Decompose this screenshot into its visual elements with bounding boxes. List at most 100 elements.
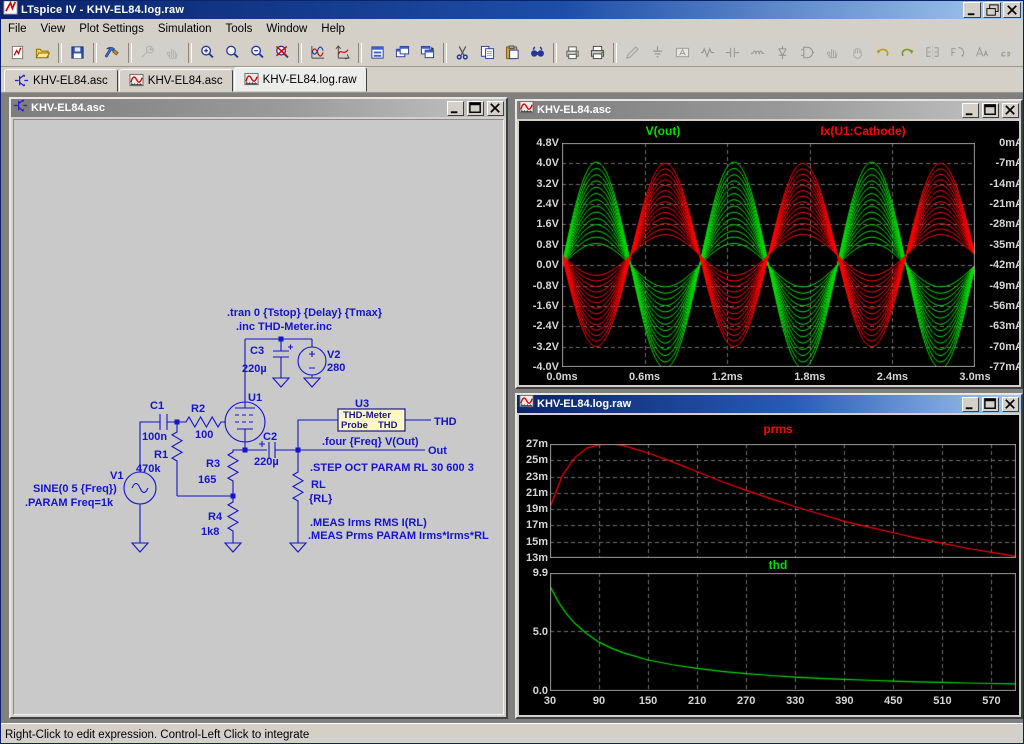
r3-ref[interactable]: R3	[206, 458, 220, 470]
spice-directive-inc[interactable]: .inc THD-Meter.inc	[236, 321, 332, 333]
waveform-window-transient[interactable]: KHV-EL84.asc V(out) Ix(U1:Cathode) 4.8V4…	[515, 99, 1023, 389]
rl-ref[interactable]: RL	[311, 479, 326, 491]
cut-button[interactable]	[450, 40, 475, 65]
spice-directive-tran[interactable]: .tran 0 {Tstop} {Delay} {Tmax}	[227, 307, 383, 319]
minimize-button[interactable]	[962, 103, 979, 118]
x-axis-tick: 90	[579, 695, 619, 707]
control-panel-button[interactable]	[100, 40, 125, 65]
minimize-button[interactable]	[962, 397, 979, 412]
waveform-window-titlebar[interactable]: KHV-EL84.asc	[517, 101, 1021, 119]
new-schematic-button[interactable]	[5, 40, 30, 65]
find-button[interactable]	[525, 40, 550, 65]
spice-directive-meas2[interactable]: .MEAS Prms PARAM Irms*Irms*RL	[308, 530, 489, 542]
tab-khv-el84.asc[interactable]: KHV-EL84.asc	[119, 69, 233, 92]
minimize-button[interactable]	[963, 2, 981, 18]
paste-button[interactable]	[500, 40, 525, 65]
tab-khv-el84.log.raw[interactable]: KHV-EL84.log.raw	[234, 67, 367, 92]
u3-pin-probe[interactable]: Probe	[341, 420, 368, 431]
close-button[interactable]	[1002, 103, 1019, 118]
u1-ref[interactable]: U1	[248, 392, 262, 404]
waveform-window-log[interactable]: KHV-EL84.log.raw prms thd 27m25m23m21m19…	[515, 393, 1023, 719]
copy-button[interactable]	[475, 40, 500, 65]
autorange-y-button[interactable]	[305, 40, 330, 65]
maximize-button[interactable]	[982, 103, 999, 118]
move-button	[820, 40, 845, 65]
menu-plot-settings[interactable]: Plot Settings	[72, 21, 151, 37]
menu-view[interactable]: View	[34, 21, 73, 37]
cascade-button[interactable]	[390, 40, 415, 65]
component-button	[795, 40, 820, 65]
c2-ref[interactable]: C2	[263, 431, 277, 443]
tile-vertical-button[interactable]	[415, 40, 440, 65]
schematic-canvas[interactable]: .tran 0 {Tstop} {Delay} {Tmax} .inc THD-…	[13, 119, 504, 715]
open-button[interactable]	[30, 40, 55, 65]
menu-tools[interactable]: Tools	[219, 21, 260, 37]
legend-thd[interactable]: thd	[678, 558, 878, 572]
c1-ref[interactable]: C1	[150, 400, 164, 412]
zoom-in-button[interactable]	[195, 40, 220, 65]
net-label-thd[interactable]: THD	[434, 416, 457, 428]
c2-value[interactable]: 220µ	[254, 456, 279, 468]
menu-simulation[interactable]: Simulation	[151, 21, 219, 37]
v2-ref[interactable]: V2	[327, 349, 340, 361]
r3-value[interactable]: 165	[198, 474, 216, 486]
schematic-window-titlebar[interactable]: KHV-EL84.asc	[11, 99, 506, 117]
save-button[interactable]	[65, 40, 90, 65]
c3-value[interactable]: 220µ	[242, 363, 267, 375]
redo-button[interactable]	[895, 40, 920, 65]
net-label-out[interactable]: Out	[428, 445, 447, 457]
menu-file[interactable]: File	[1, 21, 34, 37]
zoom-full-button[interactable]	[270, 40, 295, 65]
close-button[interactable]	[1002, 397, 1019, 412]
maximize-button[interactable]	[467, 101, 484, 116]
zoom-area-button[interactable]	[220, 40, 245, 65]
c1-value[interactable]: 100n	[142, 431, 167, 443]
v1-ref[interactable]: V1	[110, 470, 123, 482]
r4-value[interactable]: 1k8	[201, 526, 219, 538]
close-button[interactable]	[1003, 2, 1021, 18]
x-axis-tick: 510	[922, 695, 962, 707]
waveform-window-titlebar[interactable]: KHV-EL84.log.raw	[517, 395, 1021, 413]
x-axis-tick: 3.0ms	[945, 371, 1005, 383]
legend-prms[interactable]: prms	[678, 422, 878, 436]
legend-cathode-current[interactable]: Ix(U1:Cathode)	[783, 124, 943, 138]
y-left-tick: 3.2V	[521, 178, 559, 190]
tile-horizontal-button[interactable]	[365, 40, 390, 65]
c3-ref[interactable]: C3	[250, 345, 264, 357]
spice-directive-four[interactable]: .four {Freq} V(Out)	[322, 436, 419, 448]
r2-ref[interactable]: R2	[191, 403, 205, 415]
spice-directive-param[interactable]: .PARAM Freq=1k	[25, 497, 114, 509]
menu-window[interactable]: Window	[259, 21, 314, 37]
spice-directive-step[interactable]: .STEP OCT PARAM RL 30 600 3	[310, 462, 474, 474]
schematic-window[interactable]: KHV-EL84.asc .tran 0 {Tstop} {Delay} {Tm…	[9, 97, 508, 719]
menu-help[interactable]: Help	[314, 21, 352, 37]
u3-pin-thd[interactable]: THD	[378, 420, 398, 431]
r4-ref[interactable]: R4	[208, 511, 223, 523]
v2-value[interactable]: 280	[327, 362, 345, 374]
maximize-button[interactable]	[982, 397, 999, 412]
tab-khv-el84.asc[interactable]: KHV-EL84.asc	[4, 69, 118, 92]
title-bar[interactable]: LTspice IV - KHV-EL84.log.raw	[1, 1, 1023, 19]
r1-value[interactable]: 470k	[136, 463, 161, 475]
minimize-button[interactable]	[447, 101, 464, 116]
restore-button[interactable]	[983, 2, 1001, 18]
print-button[interactable]	[585, 40, 610, 65]
legend-vout[interactable]: V(out)	[603, 124, 723, 138]
undo-button[interactable]	[870, 40, 895, 65]
r2-value[interactable]: 100	[195, 429, 213, 441]
transient-traces[interactable]	[562, 143, 975, 367]
close-button[interactable]	[487, 101, 504, 116]
prms-curve[interactable]	[550, 444, 1016, 558]
rl-value[interactable]: {RL}	[309, 493, 333, 505]
r1-ref[interactable]: R1	[154, 449, 168, 461]
x-axis-tick: 2.4ms	[862, 371, 922, 383]
v1-value[interactable]: SINE(0 5 {Freq})	[33, 483, 117, 495]
log-plot-area[interactable]: prms thd 27m25m23m21m19m17m15m13m9.95.00…	[519, 415, 1019, 715]
u3-ref[interactable]: U3	[355, 398, 369, 410]
print-preview-button[interactable]	[560, 40, 585, 65]
transient-plot-area[interactable]: V(out) Ix(U1:Cathode) 4.8V4.0V3.2V2.4V1.…	[519, 121, 1019, 385]
zoom-out-button[interactable]	[245, 40, 270, 65]
plot-settings-button[interactable]	[330, 40, 355, 65]
spice-directive-meas1[interactable]: .MEAS Irms RMS I(RL)	[310, 517, 427, 529]
thd-curve[interactable]	[550, 573, 1016, 691]
